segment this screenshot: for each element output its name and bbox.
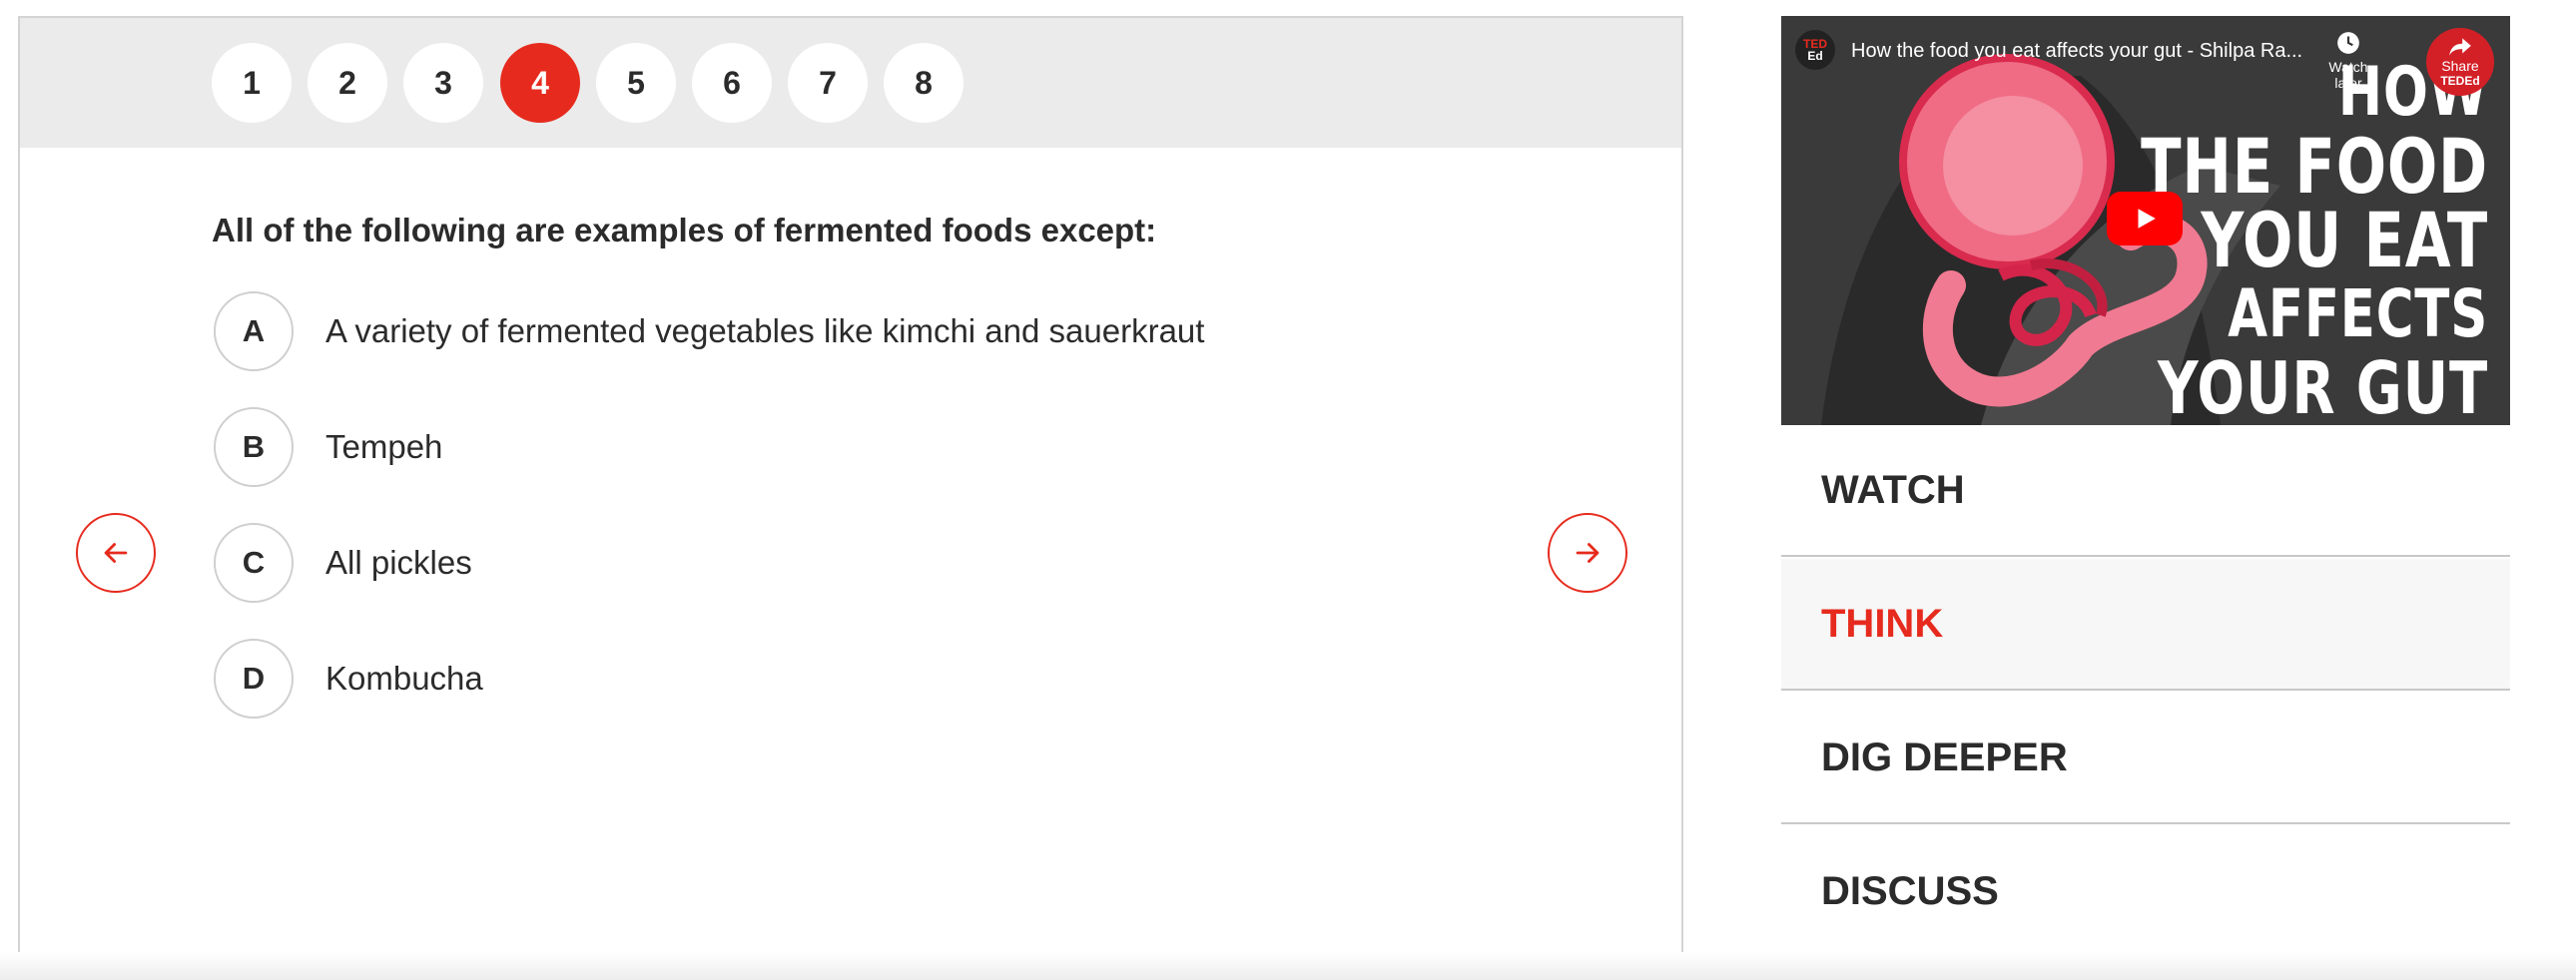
tab-think[interactable]: THINK	[1781, 559, 2510, 691]
thumbnail-line: THE FOOD	[2141, 122, 2488, 211]
question-2-button[interactable]: 2	[308, 43, 387, 123]
answer-option-a[interactable]: A A variety of fermented vegetables like…	[214, 291, 1204, 371]
share-button[interactable]: Share TEDEd	[2426, 28, 2494, 96]
watch-later-label: Watch later	[2328, 59, 2368, 91]
thumbnail-line: YOUR GUT	[2157, 346, 2488, 425]
arrow-left-icon	[104, 543, 128, 563]
video-player[interactable]: TED Ed How the food you eat affects your …	[1781, 16, 2510, 425]
answer-option-b[interactable]: B Tempeh	[214, 407, 442, 487]
play-icon	[2138, 209, 2156, 229]
thumbnail-title-art: HOW THE FOOD YOU EAT AFFECTS YOUR GUT	[2141, 56, 2488, 426]
answer-option-c[interactable]: C All pickles	[214, 523, 472, 603]
next-question-button[interactable]	[1548, 513, 1627, 593]
tab-label: DIG DEEPER	[1821, 735, 2068, 779]
ted-ed-channel-badge[interactable]: TED Ed	[1795, 30, 1835, 70]
question-nav: 1 2 3 4 5 6 7 8	[20, 18, 1681, 148]
option-text: Kombucha	[325, 660, 483, 697]
question-3-button[interactable]: 3	[403, 43, 483, 123]
tab-discuss[interactable]: DISCUSS	[1781, 826, 2510, 958]
option-letter: A	[214, 291, 294, 371]
page-bottom-edge	[0, 952, 2576, 980]
option-letter: B	[214, 407, 294, 487]
option-letter: D	[214, 639, 294, 719]
question-5-button[interactable]: 5	[596, 43, 676, 123]
previous-question-button[interactable]	[76, 513, 156, 593]
answer-option-d[interactable]: D Kombucha	[214, 639, 483, 719]
question-1-button[interactable]: 1	[212, 43, 292, 123]
question-7-button[interactable]: 7	[788, 43, 868, 123]
option-text: Tempeh	[325, 428, 443, 465]
clock-icon	[2337, 32, 2359, 54]
option-text: All pickles	[325, 544, 472, 581]
tab-label: DISCUSS	[1821, 868, 1999, 913]
tab-label: WATCH	[1821, 467, 1965, 512]
share-badge: TEDEd	[2440, 74, 2480, 88]
option-text: A variety of fermented vegetables like k…	[325, 312, 1205, 349]
tab-label: THINK	[1821, 601, 1944, 646]
share-label: Share	[2441, 58, 2479, 74]
arrow-right-icon	[1576, 543, 1600, 563]
quiz-card: 1 2 3 4 5 6 7 8 All of the following are…	[18, 16, 1683, 958]
play-button[interactable]	[2107, 192, 2183, 245]
tab-dig-deeper[interactable]: DIG DEEPER	[1781, 693, 2510, 824]
option-letter: C	[214, 523, 294, 603]
share-icon	[2449, 38, 2471, 56]
question-text: All of the following are examples of fer…	[212, 212, 1157, 248]
thumbnail-line: YOU EAT	[2201, 196, 2488, 284]
channel-badge-bottom: Ed	[1807, 49, 1823, 63]
question-6-button[interactable]: 6	[692, 43, 772, 123]
question-4-button[interactable]: 4	[500, 43, 580, 123]
thumbnail-line: AFFECTS	[2228, 275, 2488, 352]
watch-later-button[interactable]: Watch later	[2318, 30, 2378, 91]
tab-watch[interactable]: WATCH	[1781, 425, 2510, 557]
question-8-button[interactable]: 8	[884, 43, 964, 123]
